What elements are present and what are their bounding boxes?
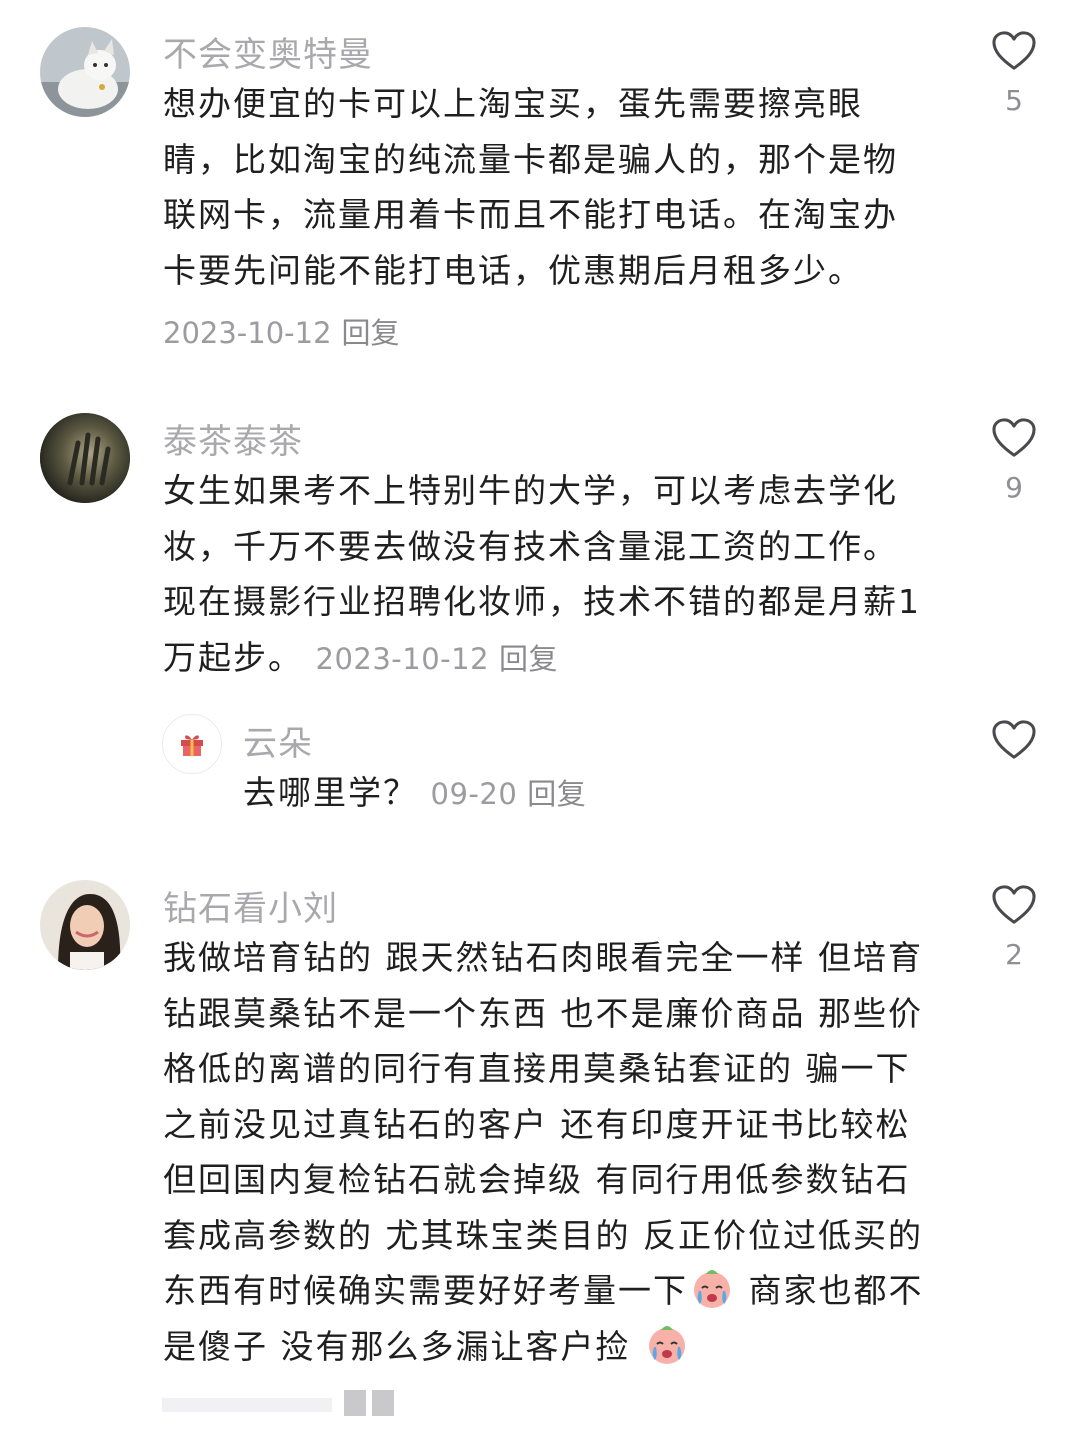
cat-avatar-icon — [40, 27, 130, 117]
comment-line: 联网卡，流量用着卡而且不能打电话。在淘宝办 — [163, 195, 898, 234]
comment-text: 想办便宜的卡可以上淘宝买，蛋先需要擦亮眼 睛，比如淘宝的纯流量卡都是骗人的，那个… — [163, 76, 898, 298]
comment-date: 2023-10-12 — [163, 316, 332, 350]
heart-icon — [992, 720, 1036, 759]
username[interactable]: 不会变奥特曼 — [163, 27, 373, 76]
reply-button[interactable]: 回复 — [342, 316, 400, 350]
reply-button[interactable]: 回复 — [499, 642, 558, 676]
heart-icon — [992, 418, 1036, 457]
comment-date: 2023-10-12 — [315, 641, 490, 676]
crying-face-icon — [648, 1325, 685, 1364]
comment-line: 女生如果考不上特别牛的大学，可以考虑去学化 — [163, 471, 898, 510]
reply-text: 去哪里学？ 09-20 回复 — [243, 765, 586, 821]
comment-line: 之前没见过真钻石的客户 还有印度开证书比较松 — [163, 1104, 911, 1144]
like-button[interactable]: 9 — [984, 417, 1044, 504]
comment-line: 是傻子 没有那么多漏让客户捡 — [163, 1319, 924, 1375]
username[interactable]: 泰茶泰茶 — [163, 414, 303, 463]
like-count: 2 — [1005, 938, 1023, 971]
comment-line: 万起步。 — [163, 637, 303, 677]
like-button[interactable] — [984, 719, 1044, 761]
comment-line: 睛，比如淘宝的纯流量卡都是骗人的，那个是物 — [163, 139, 898, 179]
avatar[interactable] — [40, 27, 130, 117]
comment-line: 但回国内复检钻石就会掉级 有同行用低参数钻石 — [163, 1160, 911, 1199]
username[interactable]: 云朵 — [243, 716, 313, 765]
crying-face-icon — [694, 1270, 730, 1308]
comment-segment: 是傻子 没有那么多漏让客户捡 — [163, 1326, 643, 1366]
hand-avatar-icon — [40, 413, 130, 503]
comment-segment: 商家也都不 — [736, 1271, 924, 1310]
comment-line: 去哪里学？ — [243, 773, 418, 812]
comment-line: 卡要先问能不能打电话，优惠期后月租多少。 — [163, 250, 863, 290]
comment-segment: 东西有时候确实需要好好考量一下 — [163, 1271, 688, 1310]
avatar[interactable] — [40, 880, 130, 970]
comment-text: 女生如果考不上特别牛的大学，可以考虑去学化 妆，千万不要去做没有技术含量混工资的… — [163, 463, 921, 685]
avatar[interactable] — [40, 413, 130, 503]
like-count: 5 — [1005, 84, 1023, 117]
comment-line: 我做培育钻的 跟天然钻石肉眼看完全一样 但培育 — [163, 938, 923, 977]
cropped-meta-line — [162, 1390, 394, 1416]
comment-line: 套成高参数的 尤其珠宝类目的 反正价位过低买的 — [163, 1215, 923, 1255]
username[interactable]: 钻石看小刘 — [163, 881, 338, 930]
comment-meta: 2023-10-12 回复 — [163, 310, 400, 352]
comment-line: 想办便宜的卡可以上淘宝买，蛋先需要擦亮眼 — [163, 84, 863, 123]
avatar[interactable] — [162, 714, 222, 774]
comment-line: 现在摄影行业招聘化妆师，技术不错的都是月薪1 — [163, 582, 921, 621]
reply-line: 去哪里学？ 09-20 回复 — [243, 765, 586, 821]
comment-line-with-meta: 万起步。 2023-10-12 回复 — [163, 630, 921, 686]
gift-icon — [181, 735, 203, 756]
comment-date: 09-20 — [430, 777, 518, 811]
comment-line: 妆，千万不要去做没有技术含量混工资的工作。 — [163, 526, 898, 566]
heart-icon — [992, 31, 1036, 70]
comment-line: 钻跟莫桑钻不是一个东西 也不是廉价商品 那些价 — [163, 993, 923, 1033]
like-button[interactable]: 2 — [984, 884, 1044, 971]
comment-line: 格低的离谱的同行有直接用莫桑钻套证的 骗一下 — [163, 1049, 911, 1088]
like-button[interactable]: 5 — [984, 30, 1044, 117]
like-count: 9 — [1005, 471, 1023, 504]
reply-button[interactable]: 回复 — [527, 777, 586, 811]
heart-icon — [992, 885, 1036, 924]
comment-line: 东西有时候确实需要好好考量一下 商家也都不 — [163, 1263, 924, 1319]
portrait-avatar-icon — [40, 880, 130, 970]
comment-text: 我做培育钻的 跟天然钻石肉眼看完全一样 但培育 钻跟莫桑钻不是一个东西 也不是廉… — [163, 930, 924, 1374]
